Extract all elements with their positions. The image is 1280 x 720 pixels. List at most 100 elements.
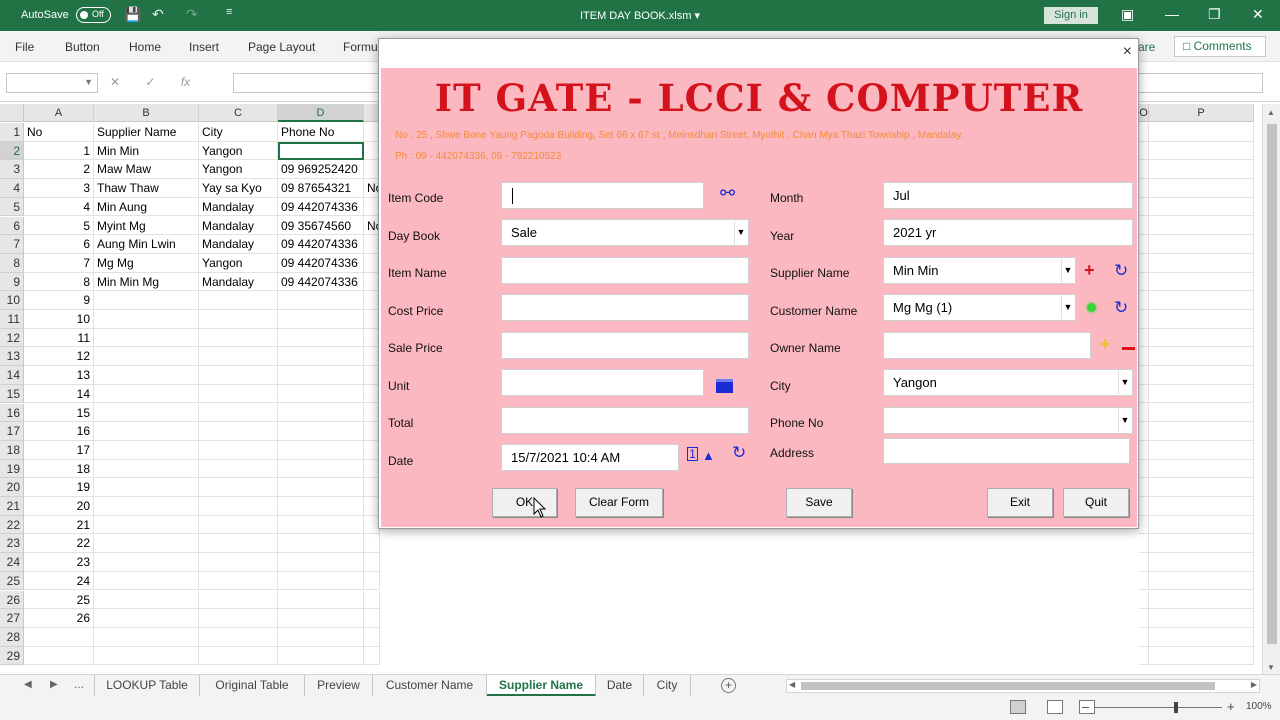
- cell-city[interactable]: [199, 534, 278, 554]
- row-header[interactable]: 22: [0, 515, 24, 535]
- cell-no[interactable]: 8: [24, 272, 94, 292]
- cell-col-o[interactable]: [1139, 310, 1149, 329]
- cell-phone-no[interactable]: 09 442074336: [278, 253, 364, 273]
- ok-button[interactable]: OK: [492, 488, 557, 517]
- cell-city[interactable]: [199, 366, 278, 385]
- chevron-down-icon[interactable]: ▼: [1061, 296, 1074, 319]
- cell-city[interactable]: Yangon: [199, 160, 278, 180]
- unit-input[interactable]: [501, 369, 704, 396]
- row-header[interactable]: 11: [0, 310, 24, 329]
- cell-city[interactable]: Yay sa Kyo: [199, 179, 278, 198]
- cell-phone-no[interactable]: [278, 347, 364, 367]
- cell-no[interactable]: 10: [24, 310, 94, 329]
- enter-icon[interactable]: ✓: [145, 75, 155, 89]
- exit-button[interactable]: Exit: [987, 488, 1053, 517]
- supplier-name-select[interactable]: Min Min ▼: [883, 257, 1076, 284]
- chevron-down-icon[interactable]: ▼: [1061, 259, 1074, 282]
- cell-col-e[interactable]: [364, 646, 380, 666]
- cell-col-p[interactable]: [1149, 478, 1254, 497]
- row-header[interactable]: 7: [0, 235, 24, 254]
- cell-supplier-name[interactable]: Min Aung: [94, 197, 199, 217]
- row-header[interactable]: 24: [0, 553, 24, 572]
- cell-city[interactable]: Mandalay: [199, 272, 278, 292]
- cell-col-p[interactable]: [1149, 216, 1254, 236]
- cell-col-o[interactable]: [1139, 328, 1149, 348]
- cell-supplier-name[interactable]: Maw Maw: [94, 160, 199, 180]
- row-header[interactable]: 9: [0, 272, 24, 292]
- cell-col-p[interactable]: [1149, 440, 1254, 460]
- cell-city[interactable]: [199, 497, 278, 516]
- zoom-level[interactable]: 100%: [1246, 701, 1272, 712]
- cell-supplier-name[interactable]: [94, 422, 199, 441]
- cell-supplier-name[interactable]: Supplier Name: [94, 123, 199, 142]
- cell-phone-no[interactable]: [278, 366, 364, 385]
- close-icon[interactable]: ×: [1123, 43, 1132, 61]
- cell-no[interactable]: 2: [24, 160, 94, 180]
- share-button[interactable]: are: [1138, 40, 1155, 54]
- window-title[interactable]: ITEM DAY BOOK.xlsm ▾: [560, 9, 720, 22]
- cell-phone-no[interactable]: [278, 515, 364, 535]
- cell-city[interactable]: [199, 553, 278, 572]
- cell-city[interactable]: [199, 478, 278, 497]
- sign-in-button[interactable]: Sign in: [1044, 7, 1098, 24]
- cell-col-o[interactable]: [1139, 478, 1149, 497]
- cell-supplier-name[interactable]: [94, 440, 199, 460]
- cell-supplier-name[interactable]: [94, 478, 199, 497]
- cell-supplier-name[interactable]: [94, 384, 199, 404]
- cell-col-p[interactable]: [1149, 328, 1254, 348]
- cell-phone-no[interactable]: Phone No: [278, 123, 364, 142]
- cell-no[interactable]: 12: [24, 347, 94, 367]
- cell-phone-no[interactable]: [278, 403, 364, 423]
- cell-supplier-name[interactable]: [94, 310, 199, 329]
- customer-name-select[interactable]: Mg Mg (1) ▼: [883, 294, 1076, 321]
- chevron-down-icon[interactable]: ▼: [1118, 409, 1131, 432]
- cell-no[interactable]: 13: [24, 366, 94, 385]
- cell-city[interactable]: [199, 627, 278, 647]
- cell-supplier-name[interactable]: [94, 459, 199, 479]
- cell-col-o[interactable]: [1139, 123, 1149, 142]
- cell-no[interactable]: 17: [24, 440, 94, 460]
- cell-col-p[interactable]: [1149, 366, 1254, 385]
- cell-no[interactable]: [24, 646, 94, 666]
- tab-file[interactable]: File: [15, 40, 34, 54]
- cell-no[interactable]: 22: [24, 534, 94, 554]
- tab-button[interactable]: Button: [65, 40, 100, 54]
- insert-function-icon[interactable]: fx: [181, 75, 190, 89]
- undo-icon[interactable]: ↶: [152, 6, 164, 23]
- quit-button[interactable]: Quit: [1063, 488, 1129, 517]
- cell-col-e[interactable]: [364, 627, 380, 647]
- row-header[interactable]: 15: [0, 384, 24, 404]
- row-header[interactable]: 4: [0, 179, 24, 198]
- cell-supplier-name[interactable]: [94, 590, 199, 610]
- cell-col-o[interactable]: [1139, 534, 1149, 554]
- scroll-left-icon[interactable]: ◀: [789, 680, 795, 689]
- cell-phone-no[interactable]: 09 442074336: [278, 197, 364, 217]
- cell-supplier-name[interactable]: [94, 609, 199, 628]
- cell-col-o[interactable]: [1139, 272, 1149, 292]
- cell-city[interactable]: [199, 590, 278, 610]
- cell-phone-no[interactable]: [278, 646, 364, 666]
- column-header-c[interactable]: C: [199, 104, 278, 122]
- cell-no[interactable]: 11: [24, 328, 94, 348]
- cell-phone-no[interactable]: [278, 534, 364, 554]
- cell-city[interactable]: [199, 440, 278, 460]
- cell-phone-no[interactable]: 09 969252420: [278, 160, 364, 180]
- cell-phone-no[interactable]: 09 442074336: [278, 235, 364, 254]
- row-header[interactable]: 12: [0, 328, 24, 348]
- zoom-out-icon[interactable]: –: [1082, 699, 1089, 714]
- cell-city[interactable]: [199, 515, 278, 535]
- cell-city[interactable]: [199, 422, 278, 441]
- save-icon[interactable]: 💾: [124, 6, 141, 23]
- next-sheet-icon[interactable]: ▶: [50, 679, 58, 690]
- cell-col-o[interactable]: [1139, 609, 1149, 628]
- row-header[interactable]: 8: [0, 253, 24, 273]
- remove-owner-icon[interactable]: [1122, 347, 1135, 350]
- cell-phone-no[interactable]: [278, 497, 364, 516]
- cell-col-p[interactable]: [1149, 403, 1254, 423]
- cell-phone-no[interactable]: [278, 609, 364, 628]
- cell-col-o[interactable]: [1139, 459, 1149, 479]
- total-input[interactable]: [501, 407, 749, 434]
- horizontal-scrollbar[interactable]: ◀ ▶: [786, 679, 1260, 693]
- cell-col-o[interactable]: [1139, 590, 1149, 610]
- row-header[interactable]: 25: [0, 571, 24, 591]
